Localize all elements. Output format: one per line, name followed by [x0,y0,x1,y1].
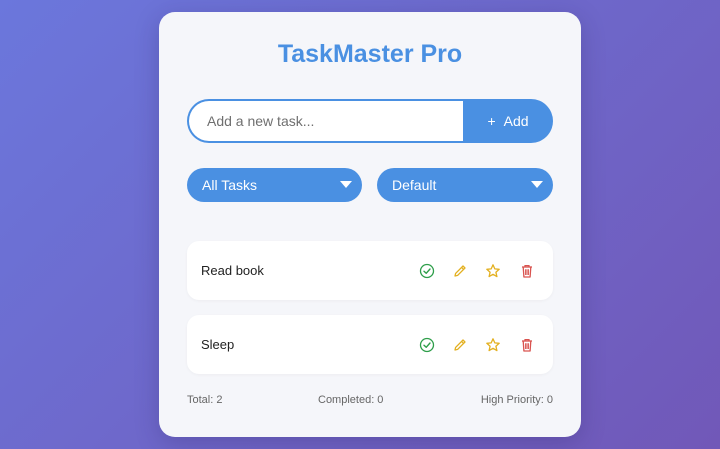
add-button-label: Add [503,113,529,129]
sort-select[interactable]: Default [377,168,553,202]
high-priority-count: High Priority: 0 [480,394,553,406]
task-app-card: TaskMaster Pro + Add All Tasks Default R… [159,12,581,437]
pencil-icon[interactable] [451,262,469,280]
sort-value: Default [392,177,437,193]
completed-count: Completed: 0 [318,394,384,406]
task-item: Sleep [187,315,553,374]
status-filter-select[interactable]: All Tasks [187,168,362,202]
status-filter-value: All Tasks [202,177,257,193]
pencil-icon[interactable] [451,336,469,354]
check-circle-icon[interactable] [418,262,436,280]
chevron-down-icon [340,181,352,188]
trash-icon[interactable] [518,336,536,354]
star-icon[interactable] [484,336,502,354]
task-item: Read book [187,241,553,300]
task-text: Sleep [201,337,235,352]
new-task-input[interactable] [187,99,463,143]
chevron-down-icon [531,181,543,188]
task-text: Read book [201,263,264,278]
star-icon[interactable] [484,262,502,280]
add-task-row: + Add [187,99,553,143]
add-task-button[interactable]: + Add [463,99,553,143]
app-title: TaskMaster Pro [277,40,463,68]
total-count: Total: 2 [187,394,223,406]
trash-icon[interactable] [518,262,536,280]
plus-icon: + [487,113,496,129]
check-circle-icon[interactable] [418,336,436,354]
